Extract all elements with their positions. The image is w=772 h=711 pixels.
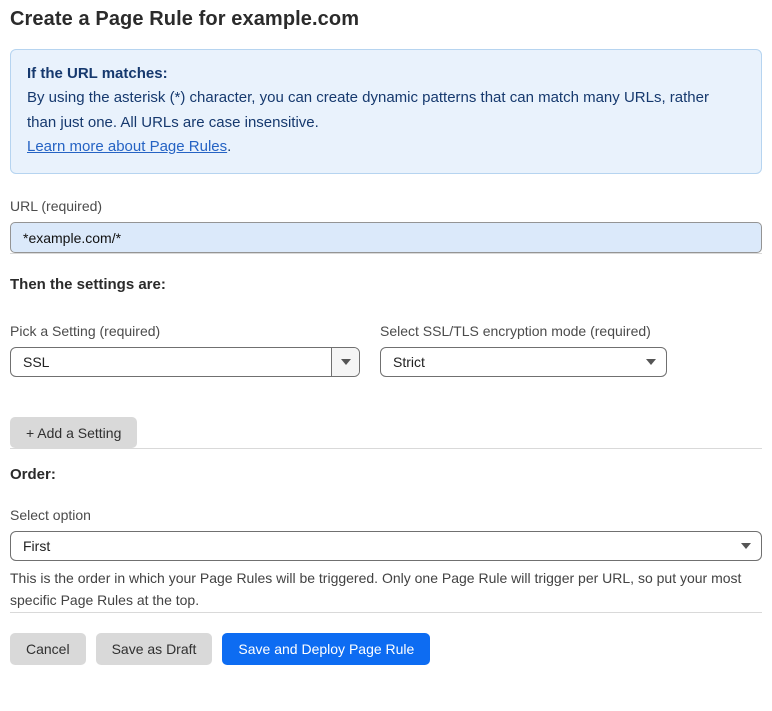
page-title: Create a Page Rule for example.com — [10, 8, 360, 30]
pick-setting-label: Pick a Setting (required) — [10, 323, 161, 340]
encryption-mode-label: Select SSL/TLS encryption mode (required… — [380, 323, 651, 340]
info-box-heading: If the URL matches: — [27, 65, 168, 82]
pick-setting-select-value: SSL — [23, 354, 50, 371]
order-section-heading: Order: — [10, 466, 56, 484]
settings-section-heading: Then the settings are: — [10, 276, 166, 294]
dropdown-arrow-icon — [331, 348, 359, 377]
divider — [10, 611, 762, 613]
order-help-text: This is the order in which your Page Rul… — [10, 570, 742, 608]
url-input[interactable] — [10, 222, 762, 254]
divider — [10, 448, 762, 450]
encryption-mode-select-value: Strict — [393, 354, 425, 371]
add-setting-button[interactable]: + Add a Setting — [10, 417, 138, 449]
order-select-value: First — [23, 538, 51, 555]
create-page-rule-form: Create a Page Rule for example.com If th… — [0, 0, 772, 665]
url-field-label: URL (required) — [10, 198, 103, 215]
divider — [10, 253, 762, 255]
url-match-info-box: If the URL matches: By using the asteris… — [10, 49, 762, 175]
save-as-draft-button[interactable]: Save as Draft — [95, 632, 213, 665]
order-select[interactable]: First — [10, 531, 762, 562]
info-box-link-line: Learn more about Page Rules. — [27, 135, 745, 159]
pick-setting-column: Pick a Setting (required) SSL — [10, 323, 360, 378]
pick-setting-select[interactable]: SSL — [10, 347, 360, 378]
info-box-body: By using the asterisk (*) character, you… — [27, 89, 709, 131]
save-and-deploy-button[interactable]: Save and Deploy Page Rule — [222, 632, 431, 665]
cancel-button[interactable]: Cancel — [10, 632, 86, 665]
settings-row: Pick a Setting (required) SSL Select SSL… — [10, 323, 762, 378]
dropdown-arrow-icon — [731, 543, 761, 550]
footer-actions: Cancel Save as Draft Save and Deploy Pag… — [10, 632, 762, 665]
order-select-label: Select option — [10, 507, 91, 524]
encryption-mode-select[interactable]: Strict — [380, 347, 667, 378]
learn-more-link[interactable]: Learn more about Page Rules — [27, 138, 227, 155]
encryption-mode-column: Select SSL/TLS encryption mode (required… — [380, 323, 667, 378]
dropdown-arrow-icon — [636, 359, 666, 366]
link-period: . — [227, 137, 232, 155]
